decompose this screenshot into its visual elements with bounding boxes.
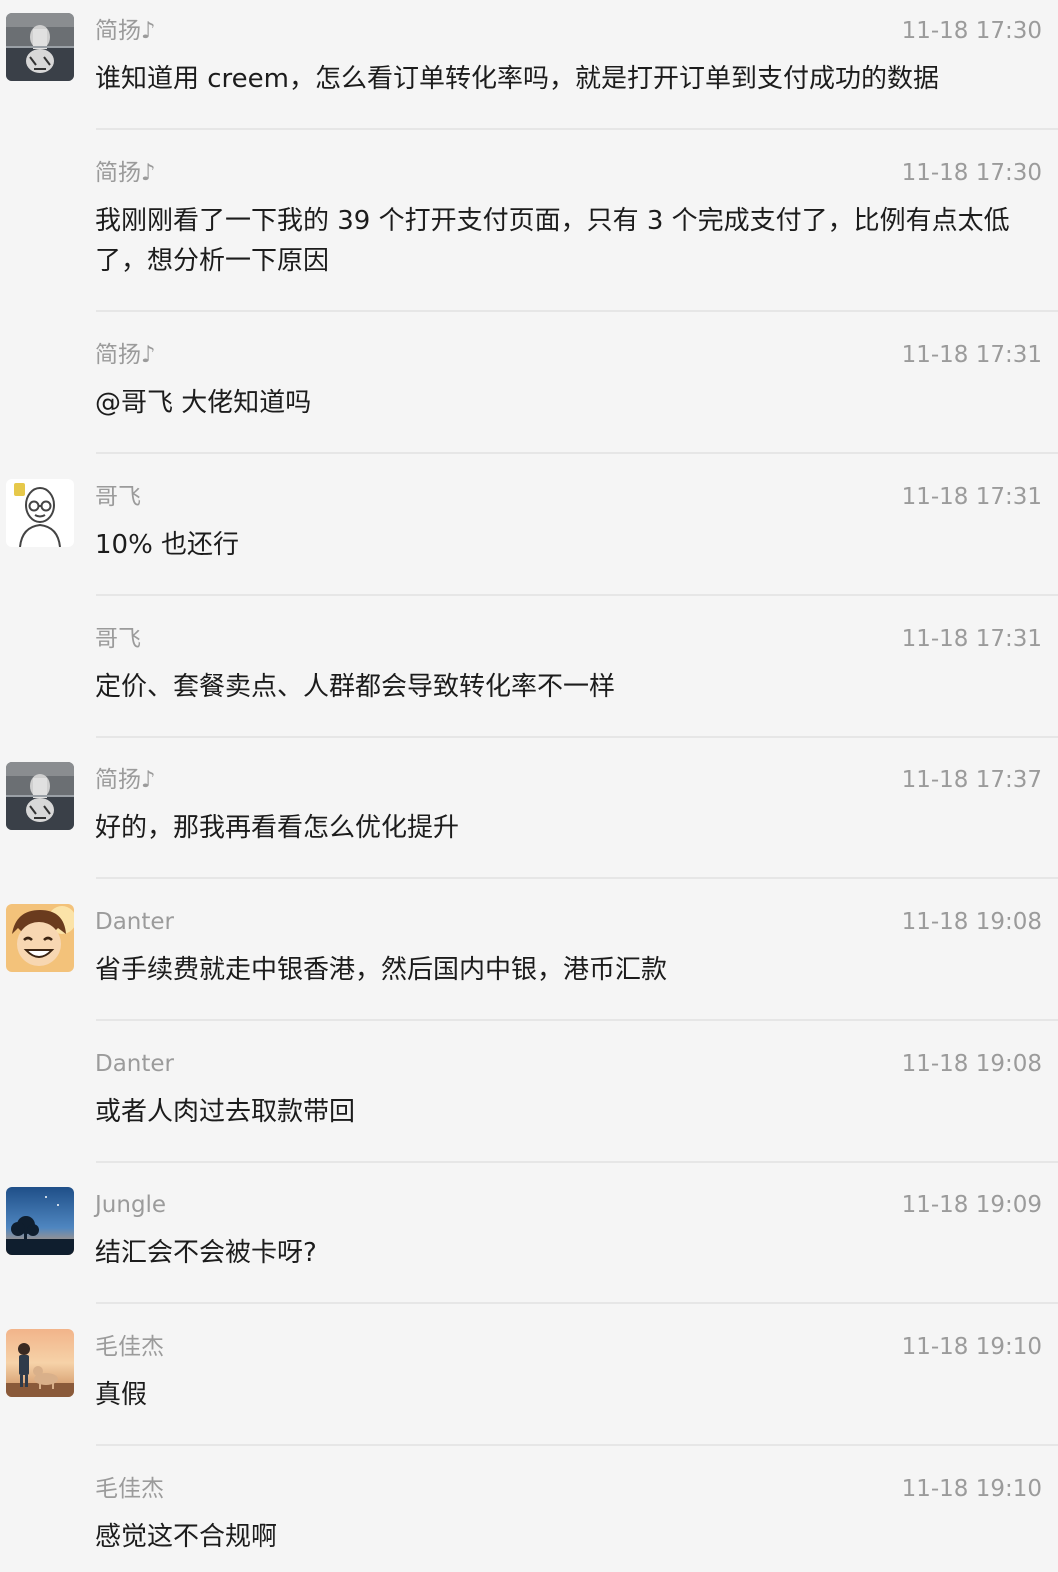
anime-boy-smiling-avatar[interactable] [6,904,74,972]
sender-name[interactable]: 毛佳杰 [95,1474,164,1504]
message-text: 10% 也还行 [95,530,240,560]
divider [96,594,1058,596]
sender-name[interactable]: 哥飞 [95,624,141,654]
timestamp: 11-18 17:37 [901,767,1042,793]
chat-message: 哥飞 11-18 17:31 10% 也还行 [0,466,1058,596]
chat-message: 简扬♪ 11-18 17:30 谁知道用 creem，怎么看订单转化率吗，就是打… [0,0,1058,130]
timestamp: 11-18 19:10 [901,1334,1042,1360]
sender-name[interactable]: Danter [95,1049,174,1079]
message-text: 真假 [95,1380,148,1410]
message-text: 或者人肉过去取款带回 [95,1097,356,1127]
divider [96,1161,1058,1163]
timestamp: 11-18 19:09 [901,1192,1042,1218]
chat-message: 哥飞 11-18 17:31 定价、套餐卖点、人群都会导致转化率不一样 [0,608,1058,738]
message-text: 定价、套餐卖点、人群都会导致转化率不一样 [95,672,616,702]
chat-message: 简扬♪ 11-18 17:37 好的，那我再看看怎么优化提升 [0,749,1058,879]
timestamp: 11-18 19:10 [901,1476,1042,1502]
tiger-reflection-avatar[interactable] [6,762,74,830]
sender-name[interactable]: 简扬♪ [95,340,156,370]
message-text: 结汇会不会被卡呀? [95,1238,317,1268]
timestamp: 11-18 17:31 [901,484,1042,510]
divider [96,128,1058,130]
timestamp: 11-18 19:08 [901,909,1042,935]
divider [96,452,1058,454]
timestamp: 11-18 17:30 [901,160,1042,186]
cartoon-man-glasses-avatar[interactable] [6,479,74,547]
sender-name[interactable]: Danter [95,907,174,937]
chat-message: Danter 11-18 19:08 或者人肉过去取款带回 [0,1033,1058,1163]
sender-name[interactable]: 毛佳杰 [95,1332,164,1362]
timestamp: 11-18 17:31 [901,626,1042,652]
sender-name[interactable]: 哥飞 [95,482,141,512]
divider [96,736,1058,738]
message-text: 我刚刚看了一下我的 39 个打开支付页面，只有 3 个完成支付了，比例有点太低了… [95,206,1010,276]
divider [96,310,1058,312]
chat-message-list: 简扬♪ 11-18 17:30 谁知道用 creem，怎么看订单转化率吗，就是打… [0,0,1058,1572]
boy-and-dog-sunset-avatar[interactable] [6,1329,74,1397]
chat-message: 简扬♪ 11-18 17:31 @哥飞 大佬知道吗 [0,324,1058,454]
chat-message: 毛佳杰 11-18 19:10 感觉这不合规啊 [0,1458,1058,1572]
timestamp: 11-18 17:30 [901,18,1042,44]
chat-message: 简扬♪ 11-18 17:30 我刚刚看了一下我的 39 个打开支付页面，只有 … [0,142,1058,312]
divider [96,1019,1058,1021]
sender-name[interactable]: Jungle [95,1190,166,1220]
message-text: 好的，那我再看看怎么优化提升 [95,813,460,843]
sender-name[interactable]: 简扬♪ [95,16,156,46]
sender-name[interactable]: 简扬♪ [95,765,156,795]
divider [96,1444,1058,1446]
chat-message: Danter 11-18 19:08 省手续费就走中银香港，然后国内中银，港币汇… [0,891,1058,1021]
message-text: @哥飞 大佬知道吗 [95,388,312,418]
message-text: 感觉这不合规啊 [95,1522,278,1552]
timestamp: 11-18 17:31 [901,342,1042,368]
sender-name[interactable]: 简扬♪ [95,158,156,188]
message-text: 省手续费就走中银香港，然后国内中银，港币汇款 [95,955,668,985]
divider [96,1302,1058,1304]
chat-message: 毛佳杰 11-18 19:10 真假 [0,1316,1058,1446]
message-text: 谁知道用 creem，怎么看订单转化率吗，就是打开订单到支付成功的数据 [95,64,939,94]
divider [96,877,1058,879]
timestamp: 11-18 19:08 [901,1051,1042,1077]
sunset-tree-avatar[interactable] [6,1187,74,1255]
tiger-reflection-avatar[interactable] [6,13,74,81]
chat-message: Jungle 11-18 19:09 结汇会不会被卡呀? [0,1174,1058,1304]
